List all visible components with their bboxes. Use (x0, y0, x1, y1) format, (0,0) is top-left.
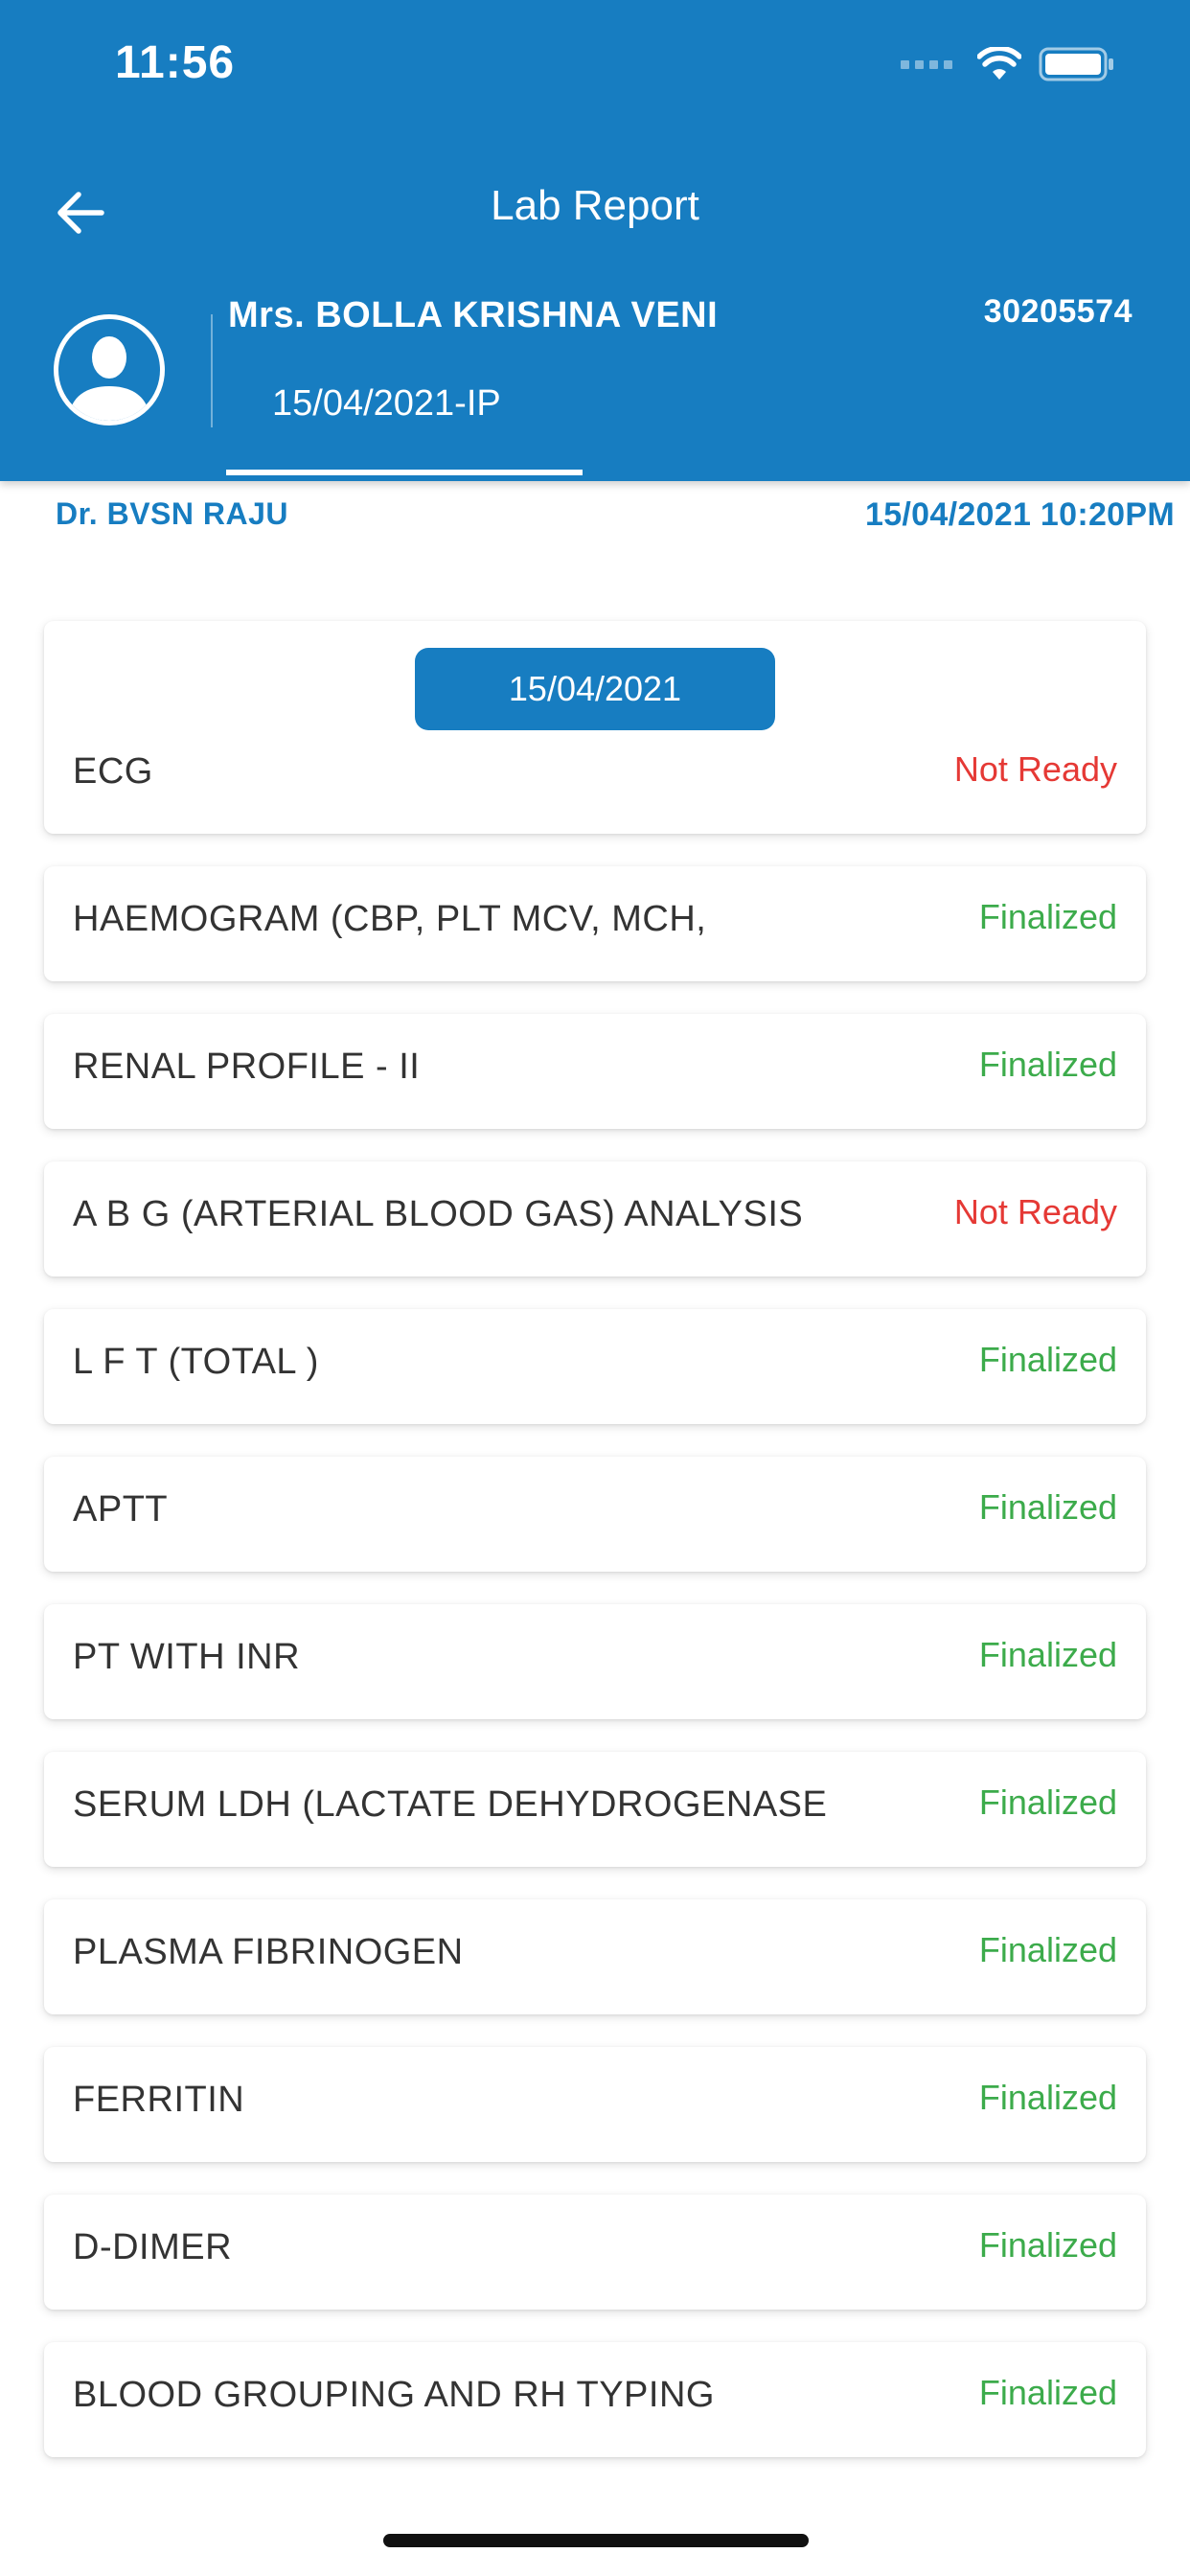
battery-icon (1039, 47, 1113, 81)
tab-visit[interactable]: 15/04/2021-IP (226, 370, 583, 475)
test-name: HAEMOGRAM (CBP, PLT MCV, MCH, (73, 899, 707, 939)
status-badge: Finalized (978, 1782, 1117, 1822)
page-title: Lab Report (491, 182, 699, 229)
status-badge: Finalized (978, 2078, 1117, 2117)
home-indicator[interactable] (383, 2534, 809, 2547)
list-item[interactable]: PLASMA FIBRINOGEN Finalized (44, 1899, 1146, 2014)
list-item[interactable]: SERUM LDH (LACTATE DEHYDROGENASE Finalize… (44, 1752, 1146, 1867)
test-name: RENAL PROFILE - II (73, 1046, 421, 1087)
status-badge: Finalized (978, 897, 1117, 936)
status-badge: Finalized (978, 1340, 1117, 1379)
avatar (54, 314, 165, 426)
list-item[interactable]: L F T (TOTAL ) Finalized (44, 1309, 1146, 1424)
test-name: FERRITIN (73, 2080, 245, 2120)
date-group-pill: 15/04/2021 (415, 648, 775, 730)
visit-datetime: 15/04/2021 10:20PM (865, 496, 1175, 533)
status-icons (901, 46, 1115, 82)
status-badge: Finalized (978, 2225, 1117, 2265)
tab-active-indicator (226, 470, 583, 475)
list-item[interactable]: FERRITIN Finalized (44, 2047, 1146, 2162)
header-divider (211, 314, 213, 427)
list-item[interactable]: BLOOD GROUPING AND RH TYPING Finalized (44, 2342, 1146, 2457)
test-name: L F T (TOTAL ) (73, 1342, 319, 1382)
status-badge: Finalized (978, 1635, 1117, 1674)
status-badge: Not Ready (953, 1192, 1117, 1231)
test-name: PT WITH INR (73, 1637, 301, 1677)
status-badge: Finalized (978, 1487, 1117, 1527)
list-item[interactable]: A B G (ARTERIAL BLOOD GAS) ANALYSIS Not R… (44, 1162, 1146, 1276)
status-time: 11:56 (115, 37, 236, 88)
wifi-icon (977, 47, 1021, 80)
lab-report-screen: 11:56 Lab Report Mrs. BOLLA KRISHNA VENI… (0, 0, 1190, 2576)
doctor-name: Dr. BVSN RAJU (56, 496, 288, 531)
list-item[interactable]: APTT Finalized (44, 1457, 1146, 1572)
list-item[interactable]: HAEMOGRAM (CBP, PLT MCV, MCH, Finalized (44, 866, 1146, 981)
list-item[interactable]: 15/04/2021 ECG Not Ready (44, 621, 1146, 834)
test-name: APTT (73, 1489, 169, 1530)
signal-icon (901, 59, 952, 69)
list-item[interactable]: PT WITH INR Finalized (44, 1604, 1146, 1719)
test-name: SERUM LDH (LACTATE DEHYDROGENASE (73, 1784, 828, 1825)
patient-name: Mrs. BOLLA KRISHNA VENI (228, 295, 719, 335)
status-badge: Finalized (978, 2373, 1117, 2412)
test-name: PLASMA FIBRINOGEN (73, 1932, 464, 1972)
visit-tab-label: 15/04/2021-IP (272, 383, 501, 424)
status-badge: Not Ready (953, 749, 1117, 789)
test-name: ECG (73, 751, 153, 792)
list-item[interactable]: D-DIMER Finalized (44, 2195, 1146, 2310)
test-name: D-DIMER (73, 2227, 233, 2267)
test-name: A B G (ARTERIAL BLOOD GAS) ANALYSIS (73, 1194, 804, 1234)
patient-id: 30205574 (983, 293, 1133, 330)
status-badge: Finalized (978, 1045, 1117, 1084)
user-icon (68, 336, 150, 421)
app-header: 11:56 Lab Report Mrs. BOLLA KRISHNA VENI… (0, 0, 1190, 481)
test-name: BLOOD GROUPING AND RH TYPING (73, 2375, 715, 2415)
list-item[interactable]: RENAL PROFILE - II Finalized (44, 1014, 1146, 1129)
status-badge: Finalized (978, 1930, 1117, 1969)
